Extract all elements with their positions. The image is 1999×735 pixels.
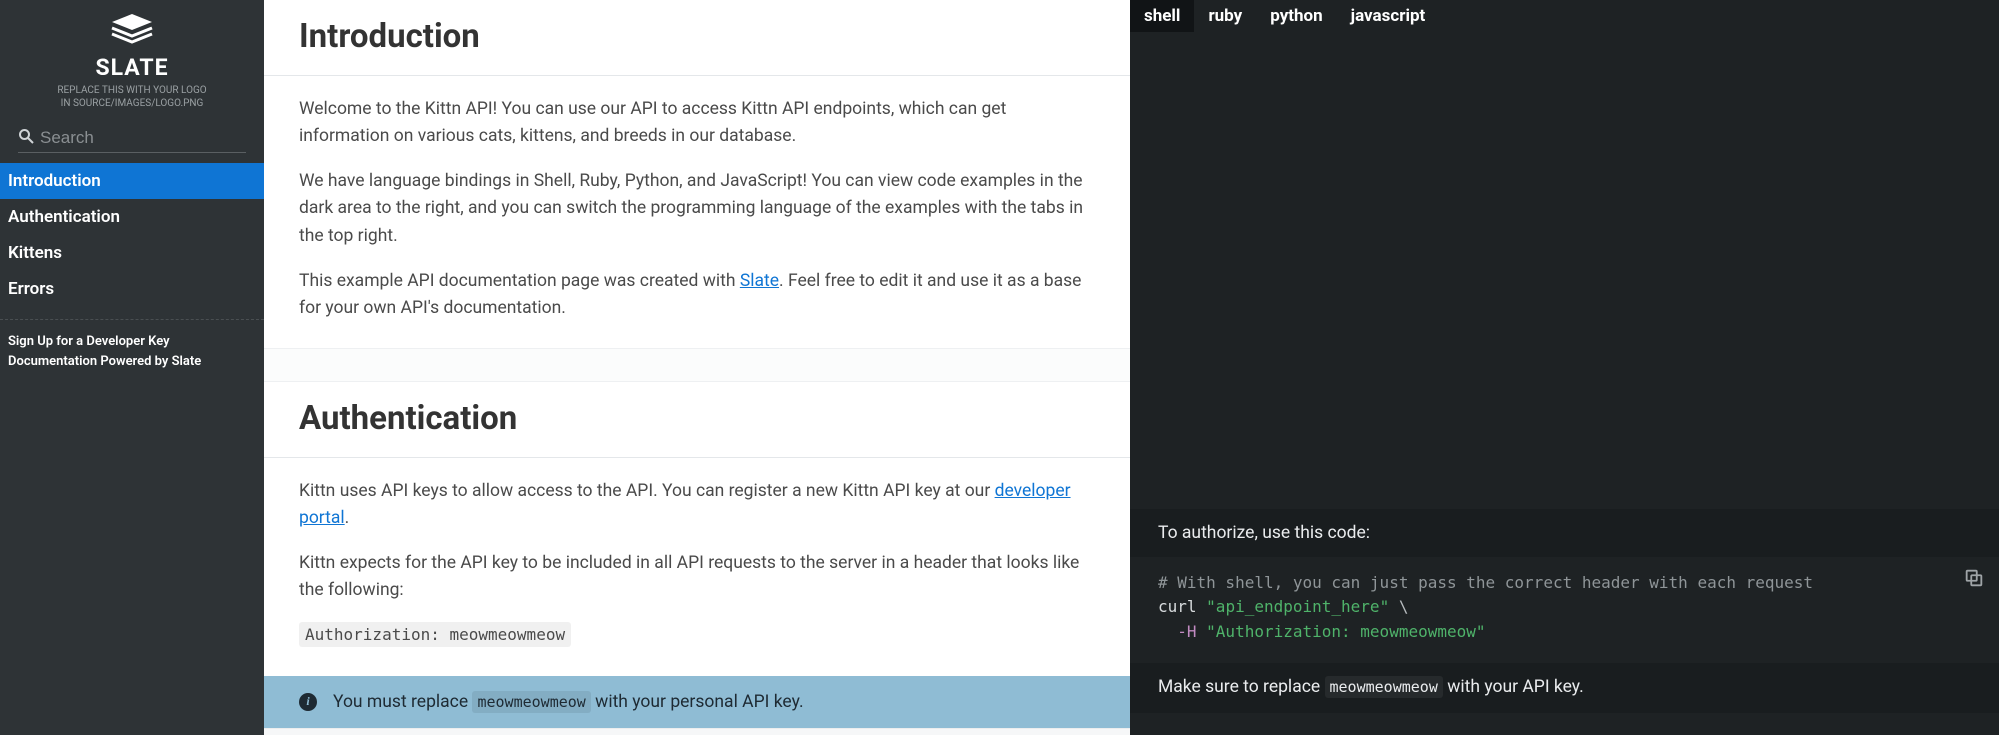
code-curl: curl [1158, 597, 1206, 616]
nav-item-authentication[interactable]: Authentication [0, 199, 264, 235]
auth-header-code: Authorization: meowmeowmeow [299, 622, 571, 647]
intro-body: Welcome to the Kittn API! You can use ou… [264, 76, 1130, 348]
nav-item-errors[interactable]: Errors [0, 271, 264, 307]
section-separator [264, 348, 1130, 382]
search-icon [18, 128, 34, 148]
logo-subtitle: REPLACE THIS WITH YOUR LOGO IN SOURCE/IM… [0, 84, 264, 110]
tab-python[interactable]: python [1256, 0, 1336, 32]
logo-area: SLATE REPLACE THIS WITH YOUR LOGO IN SOU… [0, 0, 264, 116]
code-url: "api_endpoint_here" [1206, 597, 1389, 616]
copy-icon[interactable] [1963, 567, 1985, 589]
search-input[interactable] [40, 128, 246, 148]
tab-shell[interactable]: shell [1130, 0, 1194, 32]
intro-header: Introduction [264, 0, 1130, 76]
code-flag-arg: "Authorization: meowmeowmeow" [1197, 622, 1486, 641]
nav-item-introduction[interactable]: Introduction [0, 163, 264, 199]
intro-paragraph-3: This example API documentation page was … [299, 268, 1095, 322]
auth-paragraph-2: Kittn expects for the API key to be incl… [299, 550, 1095, 604]
sidebar: SLATE REPLACE THIS WITH YOUR LOGO IN SOU… [0, 0, 264, 735]
code-flag: -H [1177, 622, 1196, 641]
tab-javascript[interactable]: javascript [1337, 0, 1440, 32]
intro-paragraph-1: Welcome to the Kittn API! You can use ou… [299, 96, 1095, 150]
content-bottom-bar [264, 728, 1130, 735]
auth-header: Authentication [264, 382, 1130, 458]
auth-body: Kittn uses API keys to allow access to t… [264, 458, 1130, 676]
info-icon: i [299, 693, 317, 711]
code-block: # With shell, you can just pass the corr… [1130, 557, 1999, 663]
language-tabs: shell ruby python javascript [1130, 0, 1999, 32]
footer-link-signup[interactable]: Sign Up for a Developer Key [8, 332, 256, 352]
book-stack-icon [0, 10, 264, 52]
code-backslash: \ [1389, 597, 1408, 616]
footer-link-powered[interactable]: Documentation Powered by Slate [8, 352, 256, 372]
code-panel: shell ruby python javascript To authoriz… [1130, 0, 1999, 735]
intro-title: Introduction [299, 17, 1095, 56]
nav-item-kittens[interactable]: Kittens [0, 235, 264, 271]
auth-notice: i You must replace meowmeowmeow with you… [264, 676, 1130, 728]
search-container [0, 116, 264, 163]
code-label: To authorize, use this code: [1130, 509, 1999, 557]
tab-ruby[interactable]: ruby [1194, 0, 1256, 32]
sidebar-footer: Sign Up for a Developer Key Documentatio… [0, 319, 264, 384]
code-note-code: meowmeowmeow [1325, 676, 1443, 698]
intro-paragraph-2: We have language bindings in Shell, Ruby… [299, 168, 1095, 249]
logo-title: SLATE [0, 54, 264, 81]
slate-link[interactable]: Slate [740, 271, 779, 291]
auth-notice-code: meowmeowmeow [472, 691, 590, 713]
code-bottom-bar [1130, 713, 1999, 735]
code-note: Make sure to replace meowmeowmeow with y… [1130, 663, 1999, 713]
code-comment: # With shell, you can just pass the corr… [1158, 573, 1813, 592]
nav: Introduction Authentication Kittens Erro… [0, 163, 264, 307]
auth-notice-text: You must replace meowmeowmeow with your … [333, 692, 804, 712]
search-box[interactable] [18, 128, 246, 153]
auth-paragraph-1: Kittn uses API keys to allow access to t… [299, 478, 1095, 532]
content: Introduction Welcome to the Kittn API! Y… [264, 0, 1130, 735]
auth-inline-code-wrap: Authorization: meowmeowmeow [299, 622, 1095, 649]
auth-title: Authentication [299, 399, 1095, 438]
code-spacer [1130, 32, 1999, 509]
